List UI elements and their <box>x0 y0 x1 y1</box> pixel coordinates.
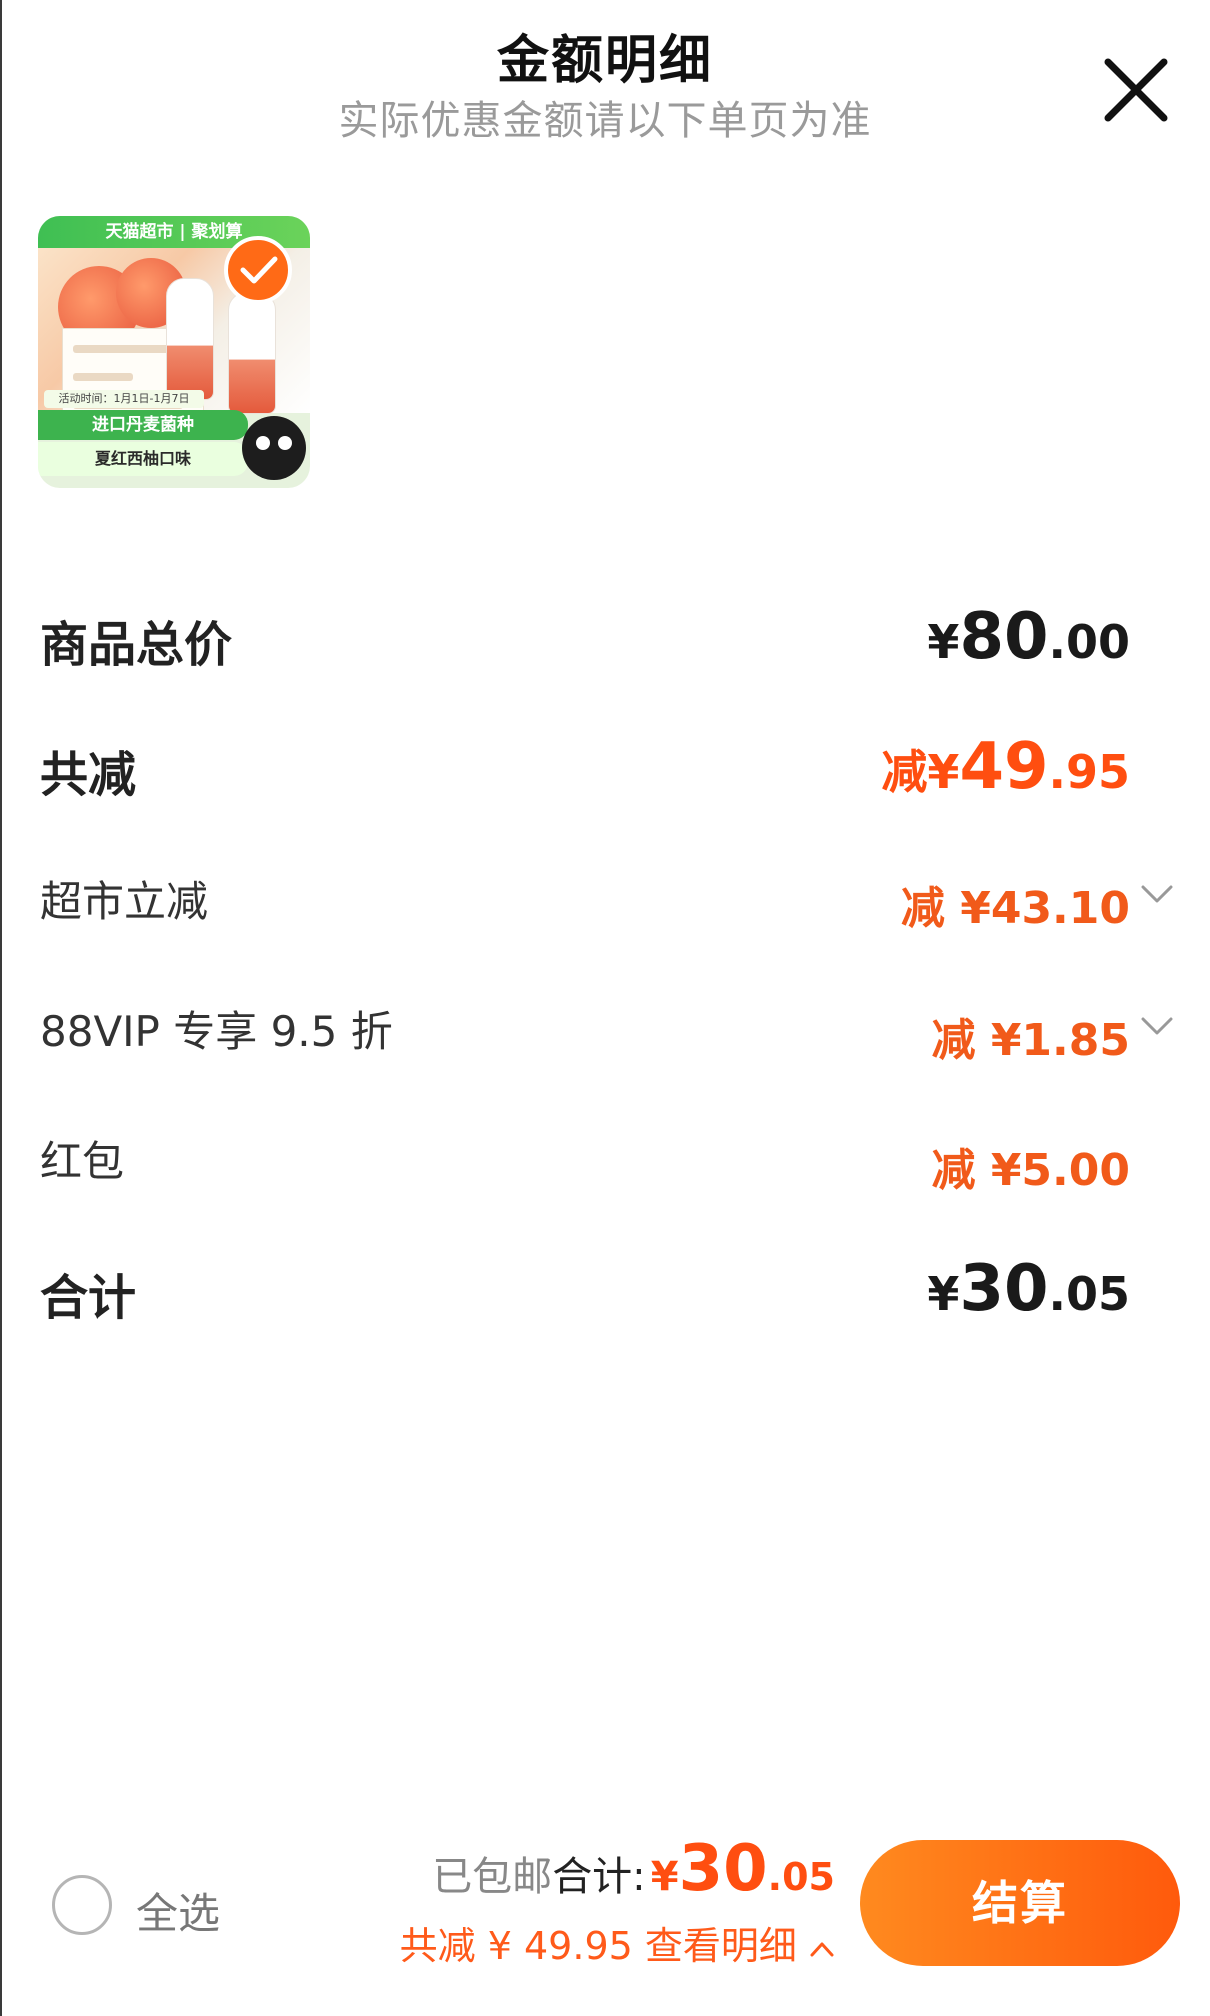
bottle-image <box>228 292 276 414</box>
page-subtitle: 实际优惠金额请以下单页为准 <box>338 98 872 144</box>
chevron-down-icon <box>1141 1017 1173 1035</box>
sum-value: ¥30.05 <box>927 1252 1130 1326</box>
shipping-text: 已包邮 <box>432 1854 553 1900</box>
red-packet-value: 减 ¥5.00 <box>931 1145 1131 1196</box>
vip-discount-expand[interactable] <box>1140 1014 1174 1038</box>
vip-discount-label: 88VIP 专享 9.5 折 <box>40 1007 393 1056</box>
check-icon <box>240 256 278 284</box>
view-details-link[interactable]: 共减 ¥ 49.95 查看明细 <box>400 1915 835 1970</box>
bottom-total-label: 合计: <box>552 1854 646 1900</box>
market-discount-label: 超市立减 <box>40 877 209 926</box>
market-discount-expand[interactable] <box>1140 882 1174 906</box>
checkout-button[interactable]: 结算 <box>860 1840 1180 1966</box>
vip-discount-value[interactable]: 减 ¥1.85 <box>932 1004 1131 1068</box>
red-packet-label: 红包 <box>40 1137 125 1186</box>
total-price-value: ¥80.00 <box>927 600 1130 674</box>
bottom-total-amount: 30 <box>678 1832 768 1906</box>
bottom-total-line: 已包邮合计: ¥30.05 <box>432 1832 835 1906</box>
close-button[interactable] <box>1098 52 1174 128</box>
product-date-strip: 活动时间：1月1日-1月7日 <box>44 390 204 408</box>
chevron-up-icon <box>810 1942 834 1956</box>
close-icon <box>1104 58 1168 122</box>
saved-amount-text: 共减 ¥ 49.95 <box>399 1924 633 1968</box>
product-select-checkbox[interactable] <box>224 236 292 304</box>
product-flavor-label: 夏红西柚口味 <box>38 442 248 476</box>
chevron-down-icon <box>1141 885 1173 903</box>
select-all-label[interactable]: 全选 <box>136 1880 220 1941</box>
market-discount-value[interactable]: 减 ¥43.10 <box>901 872 1130 936</box>
page-title: 金额明细 <box>496 31 713 91</box>
total-price-label: 商品总价 <box>40 617 233 673</box>
left-edge-divider <box>0 0 2 2016</box>
details-link-label: 查看明细 <box>644 1924 797 1968</box>
tmall-cat-icon <box>242 416 306 480</box>
total-discount-value: 减¥49.95 <box>881 730 1130 804</box>
product-feature-label: 进口丹麦菌种 <box>38 410 248 440</box>
select-all-radio[interactable] <box>52 1875 112 1935</box>
sum-label: 合计 <box>40 1270 137 1326</box>
total-discount-label: 共减 <box>40 747 137 803</box>
bottle-image <box>166 278 214 400</box>
